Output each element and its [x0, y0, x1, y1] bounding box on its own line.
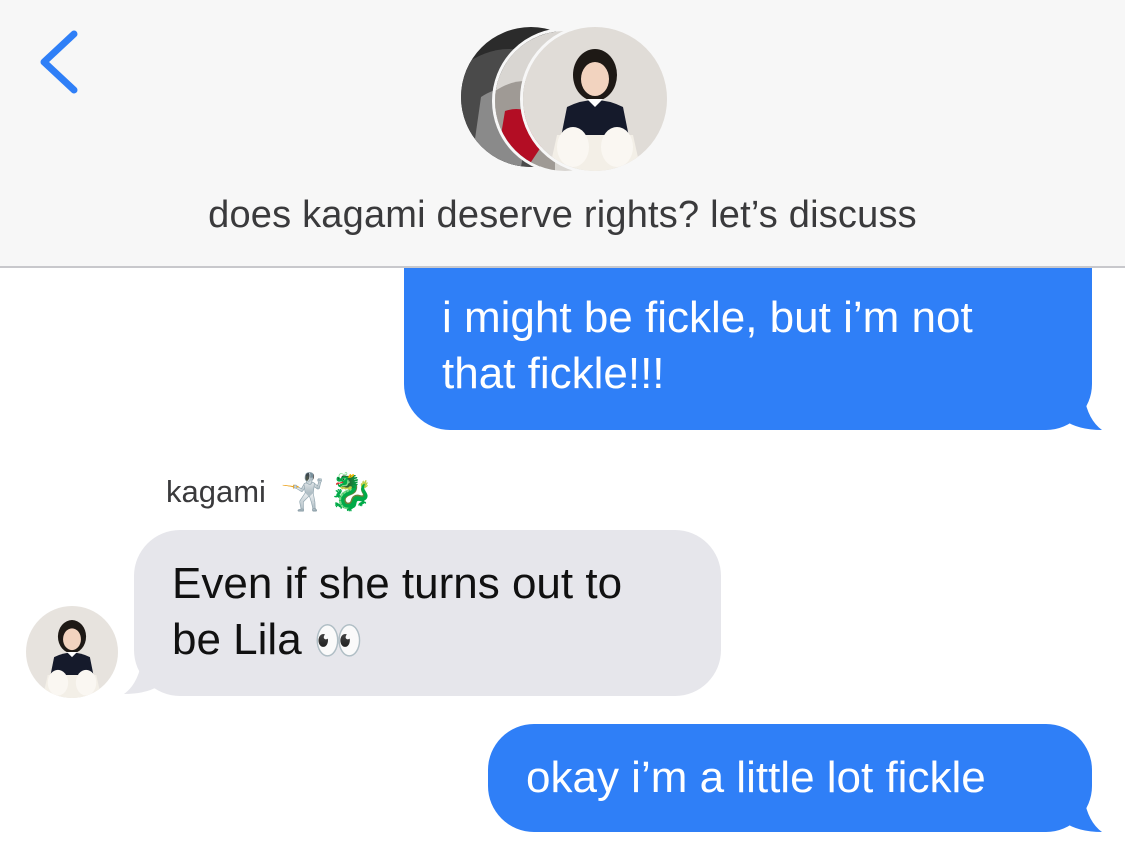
- group-avatar-stack[interactable]: [458, 24, 670, 174]
- group-avatar: [520, 24, 670, 174]
- message-text-line: i might be fickle, but i’m not: [442, 293, 973, 342]
- bubble-tail: [1064, 396, 1102, 430]
- message-text-line: that fickle!!!: [442, 349, 665, 398]
- message-text-line: Even if she turns out to: [172, 559, 623, 608]
- dragon-emoji: 🐉: [328, 471, 374, 512]
- sender-label: kagami 🤺 🐉: [166, 472, 374, 512]
- eyes-emoji: 👀: [313, 619, 364, 663]
- message-bubble-outgoing[interactable]: i might be fickle, but i’m not that fick…: [404, 268, 1092, 430]
- chevron-left-icon: [40, 30, 78, 94]
- sender-avatar[interactable]: [26, 606, 118, 698]
- message-bubble-incoming[interactable]: Even if she turns out to be Lila 👀: [134, 530, 721, 696]
- message-text-line: okay i’m a little lot fickle: [526, 753, 986, 802]
- sender-name: kagami: [166, 474, 266, 509]
- imessage-screen: does kagami deserve rights? let’s discus…: [0, 0, 1125, 842]
- conversation-title[interactable]: does kagami deserve rights? let’s discus…: [0, 194, 1125, 237]
- conversation-header: does kagami deserve rights? let’s discus…: [0, 0, 1125, 268]
- message-text-line: be Lila: [172, 615, 302, 664]
- fencer-emoji: 🤺: [279, 471, 325, 512]
- back-button[interactable]: [36, 30, 86, 94]
- bubble-tail: [1064, 798, 1102, 832]
- message-bubble-outgoing[interactable]: okay i’m a little lot fickle: [488, 724, 1092, 832]
